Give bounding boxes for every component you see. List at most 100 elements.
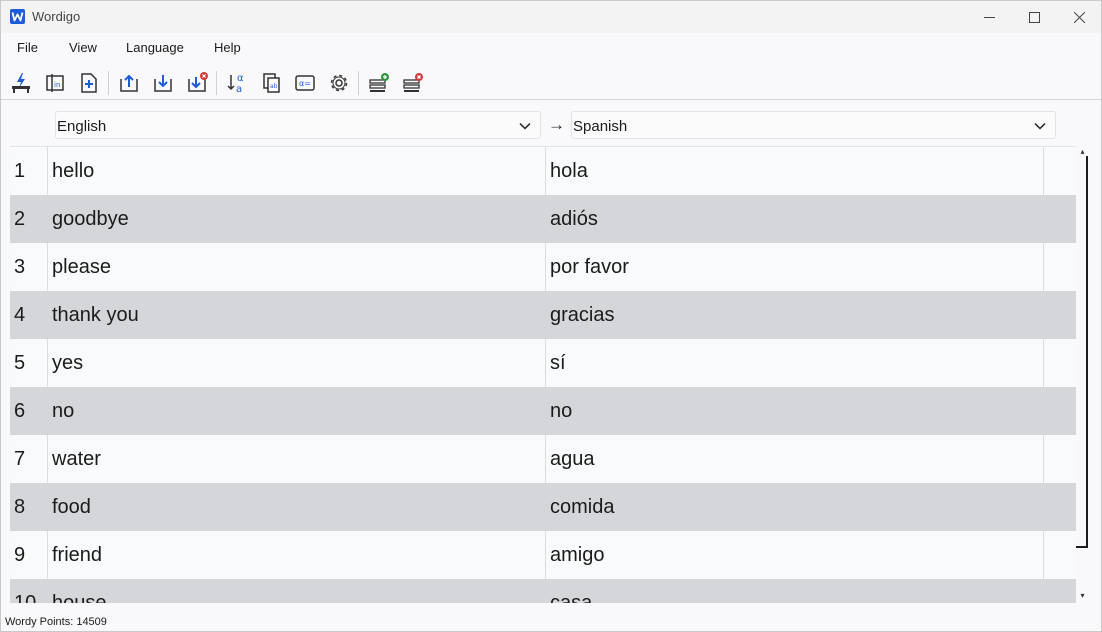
target-word: hola [550,160,588,182]
remove-list-button[interactable] [399,69,427,97]
title-bar: Wordigo [1,1,1101,33]
table-row[interactable]: 2 goodbye adiós [10,195,1076,243]
maximize-button[interactable] [1011,1,1057,33]
target-word-cell[interactable]: agua [546,435,1044,483]
row-number: 7 [14,448,26,470]
target-word: casa [550,592,593,603]
target-word: comida [550,496,615,518]
bilingual-view-button[interactable]: in [41,69,69,97]
source-word-cell[interactable]: water [48,435,546,483]
vertical-scrollbar[interactable]: ▴ ▾ [1076,146,1089,603]
table-row[interactable]: 6 no no [10,387,1076,435]
swap-languages-icon: α a [227,73,244,95]
delete-download-icon [188,72,208,92]
target-word: amigo [550,544,605,566]
toolbar-separator [216,71,217,95]
settings-button[interactable] [325,69,353,97]
download-button[interactable] [149,69,177,97]
target-word-cell[interactable]: adiós [546,195,1044,243]
source-language-value: English [57,118,107,135]
table-row[interactable]: 1 hello hola [10,147,1076,195]
scroll-up-arrow-icon[interactable]: ▴ [1078,148,1087,156]
source-word-cell[interactable]: please [48,243,546,291]
close-icon [1073,11,1085,23]
menu-view[interactable]: View [69,40,97,55]
source-language-select[interactable]: English [55,111,541,139]
target-word-cell[interactable]: sí [546,339,1044,387]
toolbar-separator [358,71,359,95]
minimize-icon [983,16,995,18]
source-word-cell[interactable]: yes [48,339,546,387]
source-word-cell[interactable]: no [48,387,546,435]
row-number: 6 [14,400,26,422]
toolbar-separator [108,71,109,95]
upload-icon [120,74,138,92]
table-row[interactable]: 7 water agua [10,435,1076,483]
target-language-value: Spanish [573,118,628,135]
row-number-cell: 1 [10,147,48,195]
row-number: 8 [14,496,26,518]
target-word-cell[interactable]: hola [546,147,1044,195]
scroll-down-arrow-icon[interactable]: ▾ [1078,592,1087,600]
add-list-button[interactable] [365,69,393,97]
row-number-cell: 9 [10,531,48,579]
target-word-cell[interactable]: comida [546,483,1044,531]
upload-button[interactable] [115,69,143,97]
source-word-cell[interactable]: friend [48,531,546,579]
copy-button[interactable]: ab [257,69,285,97]
table-row[interactable]: 9 friend amigo [10,531,1076,579]
row-number: 2 [14,208,26,230]
source-word: hello [52,160,95,182]
source-word-cell[interactable]: thank you [48,291,546,339]
table-row[interactable]: 10 house casa [10,579,1076,603]
wordy-points-status: Wordy Points: 14509 [5,616,107,628]
target-word: agua [550,448,595,470]
maximize-icon [1028,11,1040,23]
target-language-select[interactable]: Spanish [571,111,1056,139]
target-word-cell[interactable]: casa [546,579,1044,603]
new-file-icon [81,73,97,93]
toolbar-divider [1,99,1101,100]
table-row[interactable]: 4 thank you gracias [10,291,1076,339]
row-number-cell: 7 [10,435,48,483]
quick-translate-button[interactable] [7,69,35,97]
minimize-button[interactable] [966,1,1012,33]
target-word: no [550,400,573,422]
table-row[interactable]: 8 food comida [10,483,1076,531]
target-word: sí [550,352,566,374]
status-bar: Wordy Points: 14509 [1,611,1101,631]
row-number: 10 [14,592,37,603]
target-word: gracias [550,304,615,326]
row-number-cell: 2 [10,195,48,243]
toolbar: in α a ab α= [1,67,1101,99]
bilingual-view-icon: in [46,74,64,92]
source-word-cell[interactable]: goodbye [48,195,546,243]
menu-file[interactable]: File [17,40,38,55]
menu-language[interactable]: Language [126,40,184,55]
menu-help[interactable]: Help [214,40,241,55]
source-word: yes [52,352,84,374]
app-logo-icon [10,9,25,24]
source-word-cell[interactable]: house [48,579,546,603]
source-word-cell[interactable]: food [48,483,546,531]
row-number-cell: 3 [10,243,48,291]
translation-direction-arrow: → [548,115,565,134]
new-file-button[interactable] [75,69,103,97]
scrollbar-thumb[interactable] [1076,156,1088,548]
dictionary-button[interactable]: α= [291,69,319,97]
target-word: por favor [550,256,629,278]
svg-text:a: a [236,84,242,95]
chevron-down-icon [519,122,531,130]
target-word-cell[interactable]: gracias [546,291,1044,339]
delete-download-button[interactable] [183,69,211,97]
table-row[interactable]: 5 yes sí [10,339,1076,387]
target-word-cell[interactable]: por favor [546,243,1044,291]
table-row[interactable]: 3 please por favor [10,243,1076,291]
close-button[interactable] [1056,1,1102,33]
source-word-cell[interactable]: hello [48,147,546,195]
source-word: house [52,592,107,603]
svg-text:α: α [237,73,244,84]
target-word-cell[interactable]: amigo [546,531,1044,579]
target-word-cell[interactable]: no [546,387,1044,435]
swap-languages-button[interactable]: α a [223,69,251,97]
